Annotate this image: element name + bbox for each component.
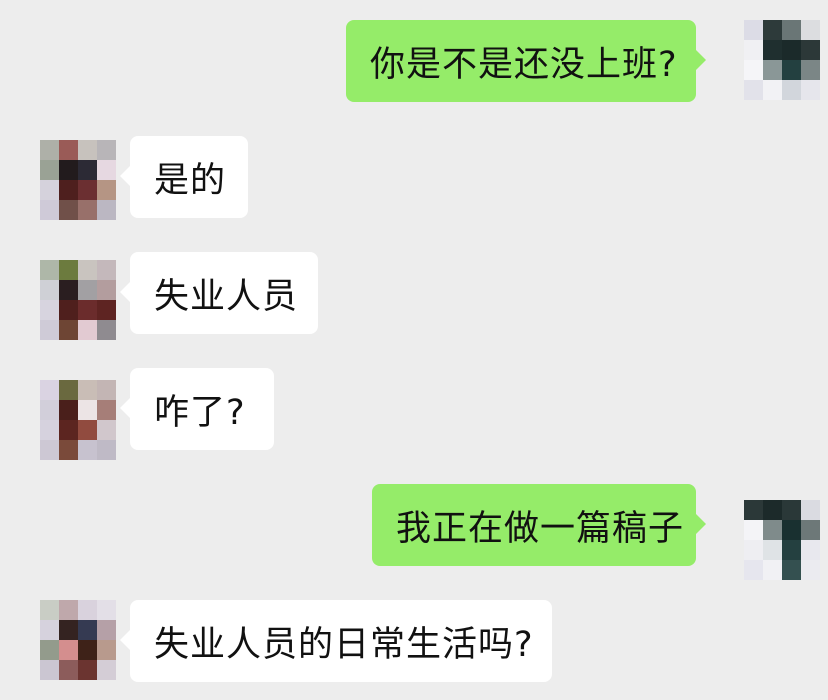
incoming-message-bubble[interactable]: 咋了? [120,368,274,450]
message-row: 我正在做一篇稿子 [0,484,828,584]
self-avatar[interactable] [744,20,820,100]
message-row: 你是不是还没上班? [0,20,828,120]
bubble-tail [120,630,130,650]
bubble-tail [696,50,706,70]
message-text: 我正在做一篇稿子 [396,508,685,549]
incoming-message-bubble[interactable]: 是的 [120,136,248,218]
message-row: 咋了? [0,368,828,460]
incoming-message-bubble[interactable]: 失业人员 [120,252,318,334]
chat-window: 你是不是还没上班? 是的 失业人员 咋了? 我正在做一篇稿子 失业人员的日常生活… [0,0,828,700]
incoming-message-bubble[interactable]: 失业人员的日常生活吗? [120,600,552,682]
outgoing-message-bubble[interactable]: 我正在做一篇稿子 [372,484,706,566]
message-row: 是的 [0,136,828,220]
message-text: 是的 [154,160,227,201]
message-text: 咋了? [154,392,246,433]
message-text: 你是不是还没上班? [370,44,678,85]
bubble-tail [120,166,130,186]
message-row: 失业人员的日常生活吗? [0,600,828,700]
message-row: 失业人员 [0,252,828,340]
message-text: 失业人员的日常生活吗? [154,624,534,665]
contact-avatar[interactable] [40,600,116,680]
contact-avatar[interactable] [40,140,116,220]
bubble-tail [120,282,130,302]
message-text: 失业人员 [154,276,299,317]
contact-avatar[interactable] [40,260,116,340]
self-avatar[interactable] [744,500,820,580]
contact-avatar[interactable] [40,380,116,460]
bubble-tail [120,398,130,418]
bubble-tail [696,514,706,534]
outgoing-message-bubble[interactable]: 你是不是还没上班? [346,20,706,102]
